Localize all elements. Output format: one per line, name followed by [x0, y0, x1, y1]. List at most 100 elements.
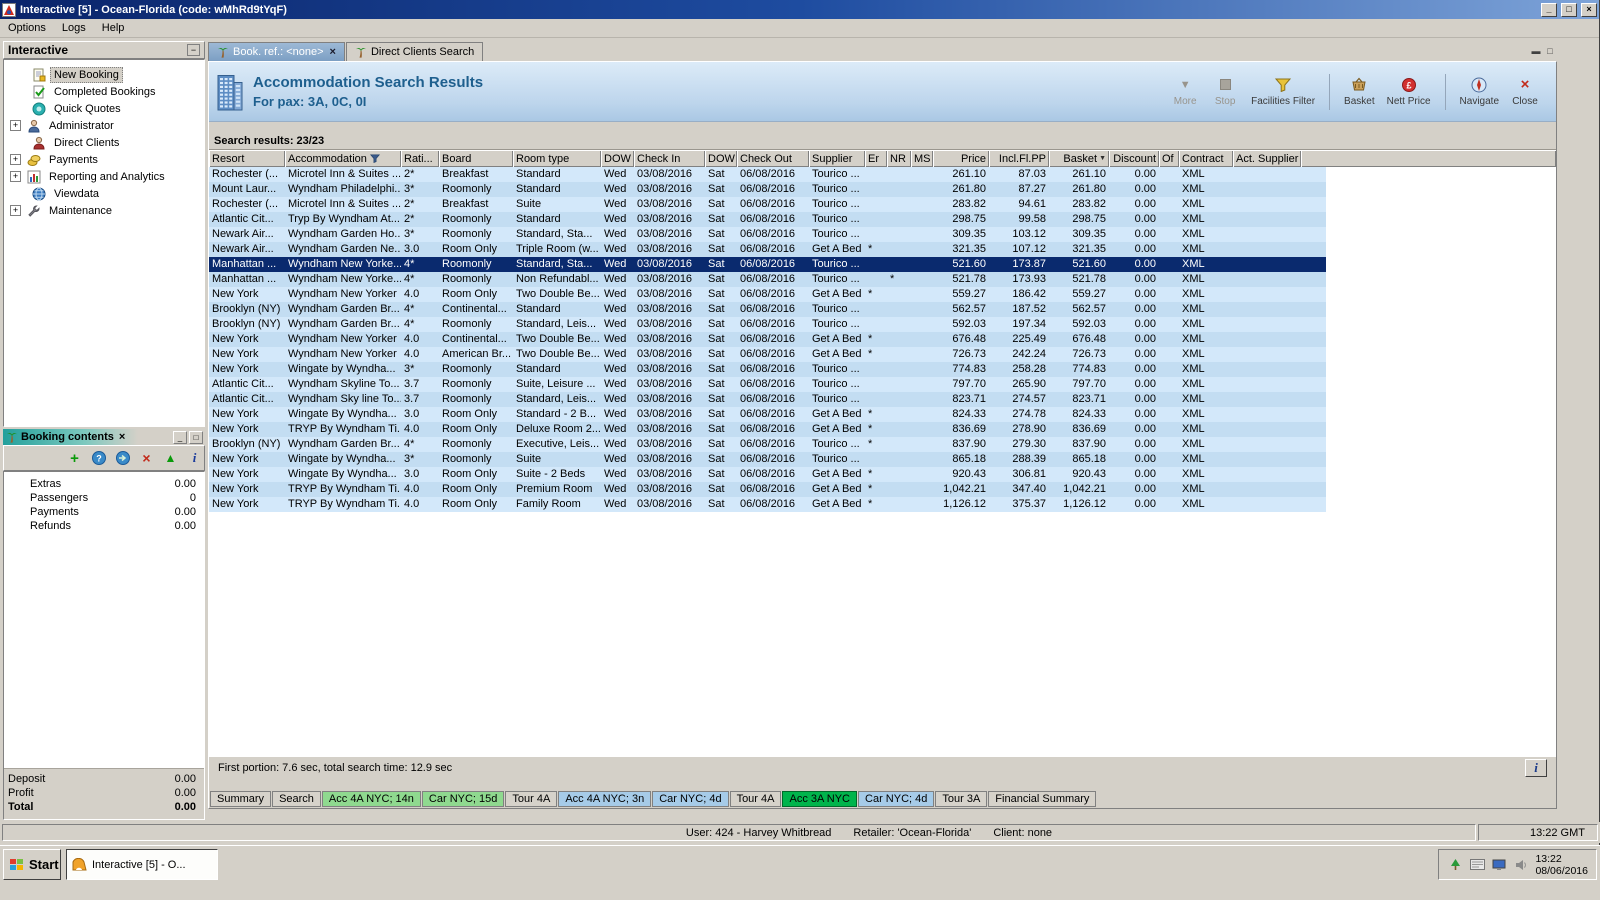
- table-row[interactable]: Newark Air... Wyndham Garden Ne... 3.0 Room…: [209, 242, 1326, 257]
- bottom-tab-car-nyc-4d[interactable]: Car NYC; 4d: [858, 791, 935, 807]
- tree-expand-icon[interactable]: +: [10, 205, 21, 216]
- column-header-board[interactable]: Board: [439, 150, 513, 167]
- table-row[interactable]: New York Wingate by Wyndha... 3* Roomonly St…: [209, 362, 1326, 377]
- add-button[interactable]: +: [66, 450, 83, 467]
- bottom-tab-car-nyc-15d[interactable]: Car NYC; 15d: [421, 791, 505, 807]
- table-row[interactable]: Brooklyn (NY) Wyndham Garden Br... 4* Roomo…: [209, 317, 1326, 332]
- bottom-tab-acc-4a-nyc-14n[interactable]: Acc 4A NYC; 14n: [321, 791, 421, 807]
- info-button[interactable]: i: [1525, 758, 1547, 777]
- table-row[interactable]: Rochester (... Microtel Inn & Suites ... 2…: [209, 197, 1326, 212]
- globe-question-button[interactable]: ?: [90, 450, 107, 467]
- column-header-dow[interactable]: DOW: [705, 150, 737, 167]
- column-header-supplier[interactable]: Supplier: [809, 150, 865, 167]
- nett-price-button[interactable]: £ Nett Price: [1384, 77, 1434, 107]
- column-header-of[interactable]: Of: [1159, 150, 1179, 167]
- table-row[interactable]: Manhattan ... Wyndham New Yorke... 4* Roomo…: [209, 272, 1326, 287]
- table-row[interactable]: Mount Laur... Wyndham Philadelphi... 3* Roo…: [209, 182, 1326, 197]
- column-header-price[interactable]: Price: [933, 150, 989, 167]
- taskbar-task-button[interactable]: Interactive [5] - O...: [66, 849, 218, 880]
- sidebar-item-viewdata[interactable]: Viewdata: [4, 185, 204, 202]
- menu-logs[interactable]: Logs: [54, 20, 94, 36]
- doc-tab-book-ref-none[interactable]: Book. ref.: <none> ×: [208, 42, 345, 61]
- keyboard-icon[interactable]: [1469, 857, 1485, 873]
- bottom-tab-tour-4a[interactable]: Tour 4A: [729, 791, 782, 807]
- mdi-restore-icon[interactable]: □: [1543, 46, 1557, 56]
- column-header-act-supplier[interactable]: Act. Supplier: [1233, 150, 1301, 167]
- sidebar-item-reporting-and-analytics[interactable]: + Reporting and Analytics: [4, 168, 204, 185]
- table-row[interactable]: New York Wingate By Wyndha... 3.0 Room Only…: [209, 467, 1326, 482]
- facilities-filter-button[interactable]: Facilities Filter: [1248, 77, 1318, 107]
- table-row[interactable]: New York Wyndham New Yorker 4.0 Continental…: [209, 332, 1326, 347]
- column-header-er[interactable]: Er: [865, 150, 887, 167]
- column-header-accommodation[interactable]: Accommodation: [285, 150, 401, 167]
- sidebar-item-administrator[interactable]: + Administrator: [4, 117, 204, 134]
- close-button[interactable]: × Close: [1508, 77, 1542, 107]
- table-row[interactable]: Brooklyn (NY) Wyndham Garden Br... 4* Conti…: [209, 302, 1326, 317]
- doc-tab-direct-clients-search[interactable]: Direct Clients Search: [345, 42, 484, 61]
- sidebar-item-completed-bookings[interactable]: Completed Bookings: [4, 83, 204, 100]
- table-row[interactable]: Brooklyn (NY) Wyndham Garden Br... 4* Roomo…: [209, 437, 1326, 452]
- column-header-basket[interactable]: Basket ▼: [1049, 150, 1109, 167]
- column-header-ms[interactable]: MS: [911, 150, 933, 167]
- table-row[interactable]: Atlantic Cit... Tryp By Wyndham At... 2* Ro…: [209, 212, 1326, 227]
- column-header-discount[interactable]: Discount: [1109, 150, 1159, 167]
- bottom-tab-search[interactable]: Search: [272, 791, 321, 807]
- bottom-tab-tour-4a[interactable]: Tour 4A: [505, 791, 558, 807]
- tab-close-icon[interactable]: ×: [330, 46, 336, 58]
- table-row[interactable]: New York TRYP By Wyndham Ti... 4.0 Room Onl…: [209, 422, 1326, 437]
- table-row[interactable]: Atlantic Cit... Wyndham Skyline To... 3.7 R…: [209, 377, 1326, 392]
- close-button[interactable]: ×: [1581, 2, 1597, 17]
- basket-button[interactable]: Basket: [1341, 77, 1378, 107]
- display-icon[interactable]: [1491, 857, 1507, 873]
- sidebar-item-payments[interactable]: + Payments: [4, 151, 204, 168]
- navigate-button[interactable]: Navigate: [1457, 77, 1502, 107]
- start-button[interactable]: Start: [3, 849, 61, 880]
- mdi-minimize-icon[interactable]: ▬: [1529, 46, 1543, 56]
- delete-button[interactable]: ×: [138, 450, 155, 467]
- tree-expand-icon[interactable]: +: [10, 171, 21, 182]
- panel-collapse-button[interactable]: −: [187, 44, 200, 56]
- tree-expand-icon[interactable]: +: [10, 120, 21, 131]
- tree-expand-icon[interactable]: +: [10, 154, 21, 165]
- minimize-button[interactable]: _: [1541, 2, 1557, 17]
- promote-button[interactable]: ▲: [162, 450, 179, 467]
- globe-arrow-button[interactable]: [114, 450, 131, 467]
- column-header-nr[interactable]: NR: [887, 150, 911, 167]
- booking-contents-close-icon[interactable]: ×: [119, 431, 125, 443]
- table-row[interactable]: Newark Air... Wyndham Garden Ho... 3* Roomo…: [209, 227, 1326, 242]
- table-row[interactable]: New York Wyndham New Yorker 4.0 Room Only Tw…: [209, 287, 1326, 302]
- sidebar-item-quick-quotes[interactable]: Quick Quotes: [4, 100, 204, 117]
- booking-contents-maximize-button[interactable]: □: [189, 430, 203, 444]
- sidebar-item-new-booking[interactable]: New Booking: [4, 66, 204, 83]
- bottom-tab-acc-4a-nyc-3n[interactable]: Acc 4A NYC; 3n: [558, 791, 652, 807]
- table-row[interactable]: Atlantic Cit... Wyndham Sky line To... 3.7…: [209, 392, 1326, 407]
- table-row[interactable]: New York Wingate By Wyndha... 3.0 Room Only…: [209, 407, 1326, 422]
- menu-options[interactable]: Options: [0, 20, 54, 36]
- table-row[interactable]: New York TRYP By Wyndham Ti... 4.0 Room Onl…: [209, 482, 1326, 497]
- sidebar-item-direct-clients[interactable]: Direct Clients: [4, 134, 204, 151]
- table-row[interactable]: Rochester (... Microtel Inn & Suites ... 2…: [209, 167, 1326, 182]
- bottom-tab-financial-summary[interactable]: Financial Summary: [988, 791, 1097, 807]
- column-header-rati[interactable]: Rati...: [401, 150, 439, 167]
- bottom-tab-car-nyc-4d[interactable]: Car NYC; 4d: [652, 791, 729, 807]
- bottom-tab-summary[interactable]: Summary: [210, 791, 272, 807]
- menu-help[interactable]: Help: [94, 20, 133, 36]
- column-header-room-type[interactable]: Room type: [513, 150, 601, 167]
- booking-contents-minimize-button[interactable]: _: [173, 430, 187, 444]
- column-header-dow[interactable]: DOW: [601, 150, 634, 167]
- maximize-button[interactable]: □: [1561, 2, 1577, 17]
- column-header-contract[interactable]: Contract: [1179, 150, 1233, 167]
- table-row[interactable]: New York Wingate by Wyndha... 3* Roomonly Su…: [209, 452, 1326, 467]
- bottom-tab-tour-3a[interactable]: Tour 3A: [935, 791, 988, 807]
- column-header-check-in[interactable]: Check In: [634, 150, 705, 167]
- column-header-check-out[interactable]: Check Out: [737, 150, 809, 167]
- volume-icon[interactable]: [1513, 857, 1529, 873]
- column-header-incl-fl-pp[interactable]: Incl.Fl.PP: [989, 150, 1049, 167]
- info-button[interactable]: i: [186, 450, 203, 467]
- table-row[interactable]: New York TRYP By Wyndham Ti... 4.0 Room Onl…: [209, 497, 1326, 512]
- table-row[interactable]: Manhattan ... Wyndham New Yorke... 4* Roomo…: [209, 257, 1326, 272]
- bottom-tab-acc-3a-nyc[interactable]: Acc 3A NYC: [782, 791, 858, 807]
- sidebar-item-maintenance[interactable]: + Maintenance: [4, 202, 204, 219]
- column-header-resort[interactable]: Resort: [209, 150, 285, 167]
- plant-icon[interactable]: [1447, 857, 1463, 873]
